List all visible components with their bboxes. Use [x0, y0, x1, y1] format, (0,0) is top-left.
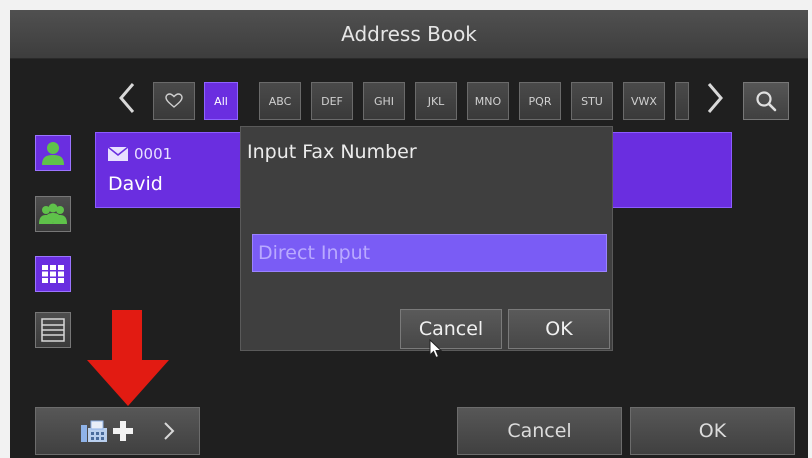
add-fax-number-button[interactable]	[35, 407, 200, 455]
input-fax-number-dialog: Input Fax Number Direct Input Cancel OK	[240, 126, 613, 351]
red-down-arrow-icon	[87, 310, 169, 406]
tab-vwx[interactable]: VWX	[623, 82, 665, 120]
tab-mno[interactable]: MNO	[467, 82, 509, 120]
list-view-icon	[41, 318, 65, 342]
ok-button[interactable]: OK	[630, 407, 795, 455]
dialog-ok-button[interactable]: OK	[508, 309, 610, 349]
tab-def[interactable]: DEF	[311, 82, 353, 120]
search-icon	[756, 91, 777, 112]
tab-stu[interactable]: STU	[571, 82, 613, 120]
tab-abc[interactable]: ABC	[259, 82, 301, 120]
search-button[interactable]	[743, 82, 789, 120]
title-bar: Address Book	[10, 10, 808, 59]
tab-favorites[interactable]	[153, 82, 195, 120]
group-button[interactable]	[35, 196, 71, 232]
page-title: Address Book	[341, 22, 477, 46]
envelope-icon	[108, 147, 128, 161]
contact-name: David	[108, 173, 163, 195]
grid-view-icon	[42, 265, 64, 283]
mouse-cursor-icon	[429, 339, 443, 359]
tab-partial[interactable]	[675, 82, 689, 120]
chevron-right-icon[interactable]	[700, 81, 730, 124]
direct-input-field[interactable]: Direct Input	[252, 234, 607, 272]
group-icon	[39, 203, 67, 224]
plus-icon	[112, 421, 133, 441]
contact-number: 0001	[134, 145, 173, 163]
dialog-cancel-button[interactable]: Cancel	[400, 309, 502, 349]
dialog-title: Input Fax Number	[247, 141, 417, 163]
tab-all[interactable]: All	[204, 82, 238, 120]
single-contact-button[interactable]	[35, 135, 71, 171]
tab-jkl[interactable]: JKL	[415, 82, 457, 120]
contact-entry-number: 0001	[108, 145, 172, 163]
chevron-left-icon[interactable]	[112, 81, 142, 124]
tab-pqr[interactable]: PQR	[519, 82, 561, 120]
grid-view-button[interactable]	[35, 256, 71, 292]
address-book-screen: Address Book All ABC DEF GHI JKL MNO PQR…	[10, 10, 808, 458]
fax-icon	[80, 420, 107, 442]
single-contact-icon	[42, 142, 64, 165]
cancel-button[interactable]: Cancel	[457, 407, 622, 455]
heart-icon	[165, 93, 183, 108]
chevron-right-small-icon	[163, 422, 174, 440]
tab-ghi[interactable]: GHI	[363, 82, 405, 120]
list-view-button[interactable]	[35, 312, 71, 348]
